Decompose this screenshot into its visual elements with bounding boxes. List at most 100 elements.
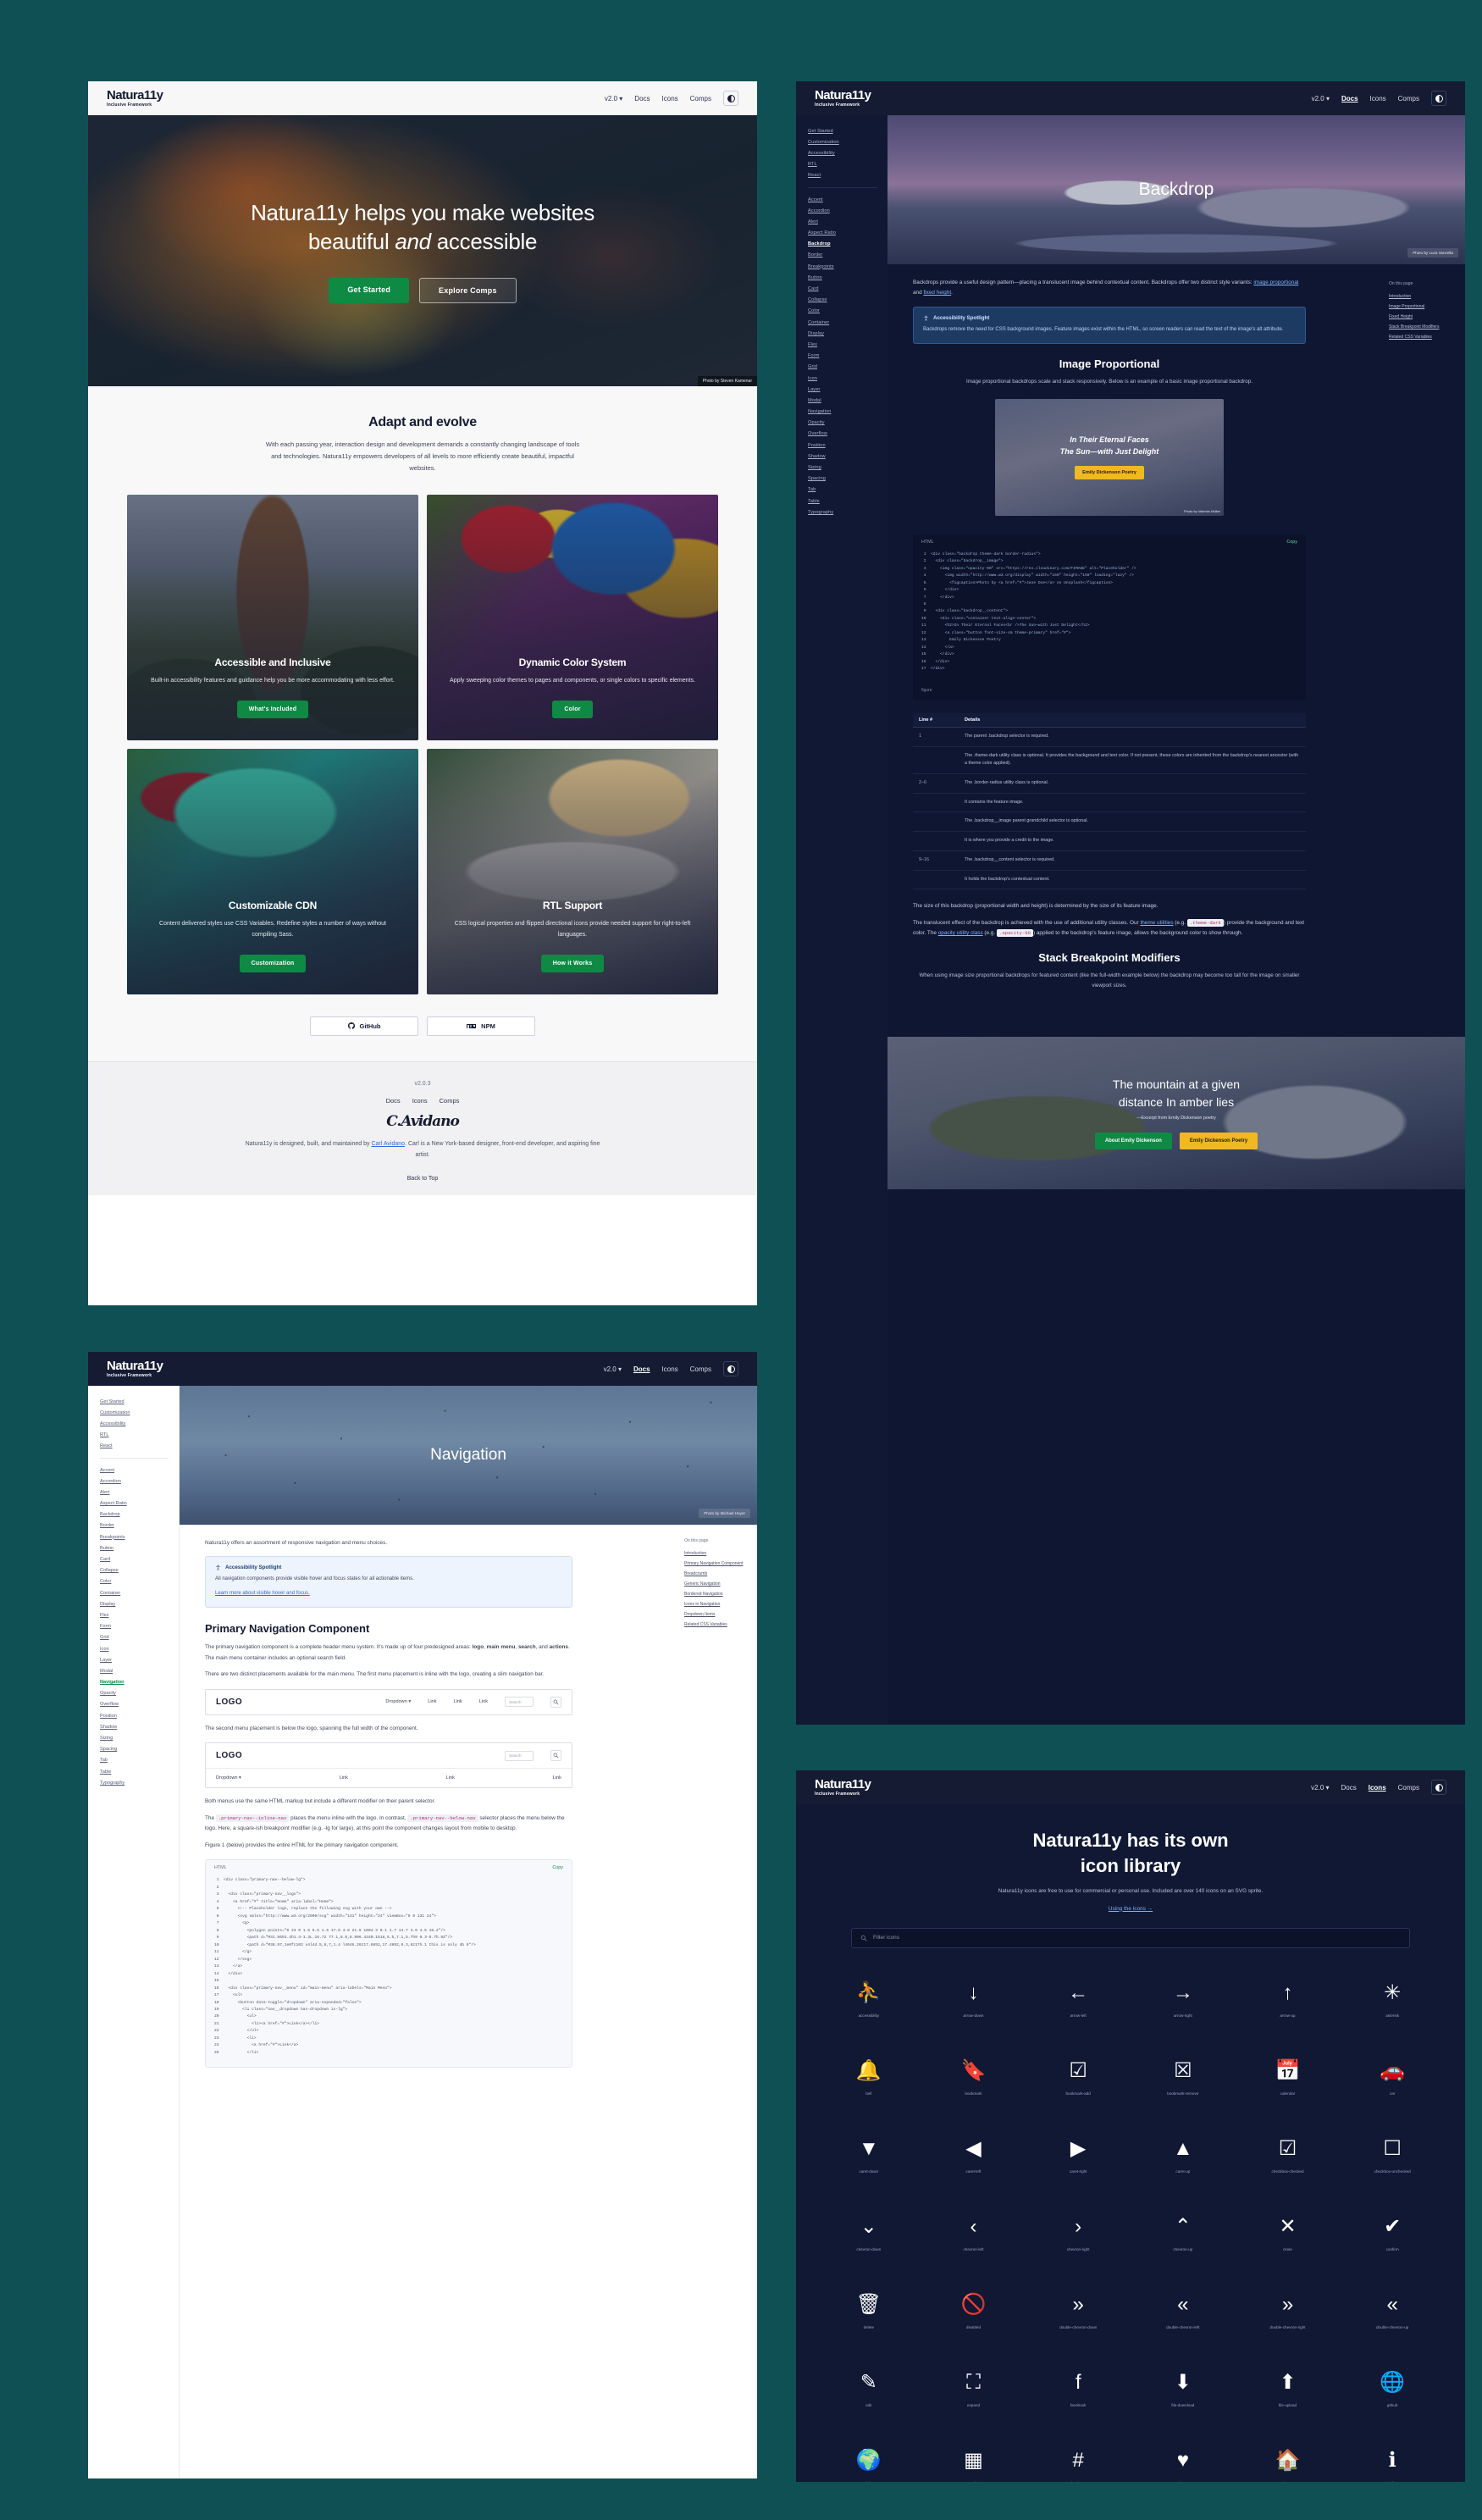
brand-logo[interactable]: Natura11y Inclusive Framework (815, 1778, 871, 1797)
sidebar-item-tab[interactable]: Tab (808, 485, 888, 496)
brand-logo[interactable]: Natura11y Inclusive Framework (815, 89, 871, 108)
double-chevron-down-icon[interactable]: » double-chevron-down (1026, 2274, 1131, 2351)
sidebar-item-table[interactable]: Table (100, 1766, 179, 1777)
sidebar-item-border[interactable]: Border (808, 250, 888, 261)
sidebar-item-position[interactable]: Position (100, 1710, 179, 1721)
sidebar-item-navigation[interactable]: Navigation (808, 407, 888, 418)
arrow-right-icon[interactable]: → arrow-right (1131, 1962, 1236, 2040)
sidebar-item-button[interactable]: Button (808, 272, 888, 283)
chevron-down-icon[interactable]: ⌄ chevron-down (816, 2196, 921, 2274)
arrow-up-icon[interactable]: ↑ arrow-up (1236, 1962, 1341, 2040)
sidebar-item-display[interactable]: Display (100, 1598, 179, 1609)
demo-link[interactable]: Link (453, 1699, 462, 1704)
car-icon[interactable]: 🚗 car (1340, 2040, 1445, 2118)
demo-search-input[interactable]: Search (505, 1750, 534, 1761)
sidebar-item-modal[interactable]: Modal (808, 395, 888, 406)
card-button[interactable]: How it Works (540, 954, 605, 972)
sidebar-item-icon[interactable]: Icon (808, 373, 888, 384)
sidebar-item-color[interactable]: Color (808, 306, 888, 317)
checkbox-checked-icon[interactable]: ☑ checkbox-checked (1236, 2118, 1341, 2196)
on-this-page-item[interactable]: Related CSS Variables (1389, 332, 1457, 342)
sidebar-item-opacity[interactable]: Opacity (808, 418, 888, 429)
bookmark-add-icon[interactable]: ☑ bookmark-add (1026, 2040, 1131, 2118)
on-this-page-item[interactable]: Primary Navigation Component (684, 1559, 752, 1569)
nav-item-comps[interactable]: Comps (1398, 95, 1419, 102)
image-proportional-link[interactable]: image proportional (1253, 280, 1298, 285)
explore-comps-button[interactable]: Explore Comps (419, 278, 517, 304)
sidebar-item-sizing[interactable]: Sizing (100, 1732, 179, 1743)
on-this-page-item[interactable]: Related CSS Variables (684, 1620, 752, 1630)
sidebar-item-aspect-ratio[interactable]: Aspect Ratio (808, 228, 888, 239)
sidebar-item-accent[interactable]: Accent (100, 1465, 179, 1476)
sidebar-item-aspect-ratio[interactable]: Aspect Ratio (100, 1498, 179, 1509)
demo-link[interactable]: Link (340, 1775, 348, 1781)
icon-filter-input[interactable]: Filter icons (851, 1927, 1410, 1948)
footer-link-docs[interactable]: Docs (386, 1097, 401, 1105)
feature-card[interactable]: Dynamic Color System Apply sweeping colo… (427, 494, 718, 740)
sidebar-item-position[interactable]: Position (808, 440, 888, 451)
delete-icon[interactable]: 🗑 delete (816, 2274, 921, 2351)
demo-card-button[interactable]: Emily Dickenson Poetry (1075, 466, 1144, 480)
sidebar-item-navigation[interactable]: Navigation (100, 1677, 179, 1688)
author-link[interactable]: Carl Avidano (371, 1141, 405, 1147)
sidebar-item-flex[interactable]: Flex (808, 339, 888, 350)
demo-link[interactable]: Link (479, 1699, 488, 1704)
footer-link-icons[interactable]: Icons (412, 1097, 428, 1105)
on-this-page-item[interactable]: Introduction (1389, 291, 1457, 302)
contrast-icon[interactable] (723, 91, 738, 106)
sidebar-item-get-started[interactable]: Get Started (100, 1396, 179, 1407)
demo-dropdown[interactable]: Dropdown ▾ (385, 1699, 411, 1704)
on-this-page-item[interactable]: Generic Navigation (684, 1579, 752, 1589)
sidebar-item-tab[interactable]: Tab (100, 1755, 179, 1766)
nav-item-comps[interactable]: Comps (690, 95, 711, 102)
sidebar-item-rtl[interactable]: RTL (100, 1430, 179, 1441)
demo-search-input[interactable]: Search (505, 1697, 534, 1708)
back-to-top-link[interactable]: Back to Top (88, 1176, 757, 1182)
emily-poetry-button[interactable]: Emily Dickenson Poetry (1179, 1132, 1258, 1149)
sidebar-item-alert[interactable]: Alert (100, 1487, 179, 1498)
heart-icon[interactable]: ♥ heart (1131, 2429, 1236, 2482)
nav-item-comps[interactable]: Comps (690, 1365, 711, 1373)
accessibility-icon[interactable]: ⛹ accessibility (816, 1962, 921, 2040)
search-icon[interactable] (550, 1696, 561, 1708)
using-the-icons-link[interactable]: Using the Icons → (1109, 1906, 1153, 1912)
file-upload-icon[interactable]: ⬆ file-upload (1236, 2351, 1341, 2429)
github-icon[interactable]: 🌐 github (1340, 2351, 1445, 2429)
sidebar-item-shadow[interactable]: Shadow (808, 451, 888, 462)
sidebar-item-icon[interactable]: Icon (100, 1643, 179, 1654)
brand-logo[interactable]: Natura11y Inclusive Framework (107, 89, 163, 108)
feature-card[interactable]: Customizable CDN Content delivered style… (127, 748, 418, 994)
sidebar-item-table[interactable]: Table (808, 496, 888, 507)
sidebar-item-typography[interactable]: Typography (100, 1777, 179, 1788)
calendar-icon[interactable]: 📅 calendar (1236, 2040, 1341, 2118)
nav-item-docs[interactable]: Docs (1341, 1784, 1357, 1792)
on-this-page-item[interactable]: Fixed Height (1389, 312, 1457, 322)
home-icon[interactable]: 🏠 home (1236, 2429, 1341, 2482)
sidebar-item-spacing[interactable]: Spacing (808, 474, 888, 485)
nav-item-icons[interactable]: Icons (662, 1365, 678, 1373)
nav-item-comps[interactable]: Comps (1398, 1784, 1419, 1792)
sidebar-item-overflow[interactable]: Overflow (808, 429, 888, 440)
sidebar-item-typography[interactable]: Typography (808, 507, 888, 518)
sidebar-item-color[interactable]: Color (100, 1576, 179, 1587)
theme-utilities-link[interactable]: theme utilities (1140, 920, 1173, 926)
sidebar-item-rtl[interactable]: RTL (808, 159, 888, 170)
grid-icon[interactable]: ▦ grid (921, 2429, 1026, 2482)
nav-item-docs[interactable]: Docs (1341, 95, 1358, 102)
nav-item-icons[interactable]: Icons (662, 95, 678, 102)
file-download-icon[interactable]: ⬇ file-download (1131, 2351, 1236, 2429)
chevron-up-icon[interactable]: ⌃ chevron-up (1131, 2196, 1236, 2274)
card-button[interactable]: Color (552, 700, 593, 718)
sidebar-item-container[interactable]: Container (808, 317, 888, 328)
sidebar-item-accessibility[interactable]: Accessibility (808, 147, 888, 158)
copy-code-button[interactable]: Copy (552, 1865, 563, 1870)
npm-button[interactable]: NPM (427, 1016, 535, 1036)
chevron-left-icon[interactable]: ‹ chevron-left (921, 2196, 1026, 2274)
search-icon[interactable] (550, 1750, 561, 1762)
feature-card[interactable]: Accessible and Inclusive Built-in access… (127, 494, 418, 740)
nav-version-dropdown[interactable]: v2.0 ▾ (1312, 95, 1330, 102)
contrast-icon[interactable] (1431, 1780, 1446, 1795)
expand-icon[interactable]: ⛶ expand (921, 2351, 1026, 2429)
hashtag-icon[interactable]: # hashtag (1026, 2429, 1131, 2482)
bookmark-icon[interactable]: 🔖 bookmark (921, 2040, 1026, 2118)
